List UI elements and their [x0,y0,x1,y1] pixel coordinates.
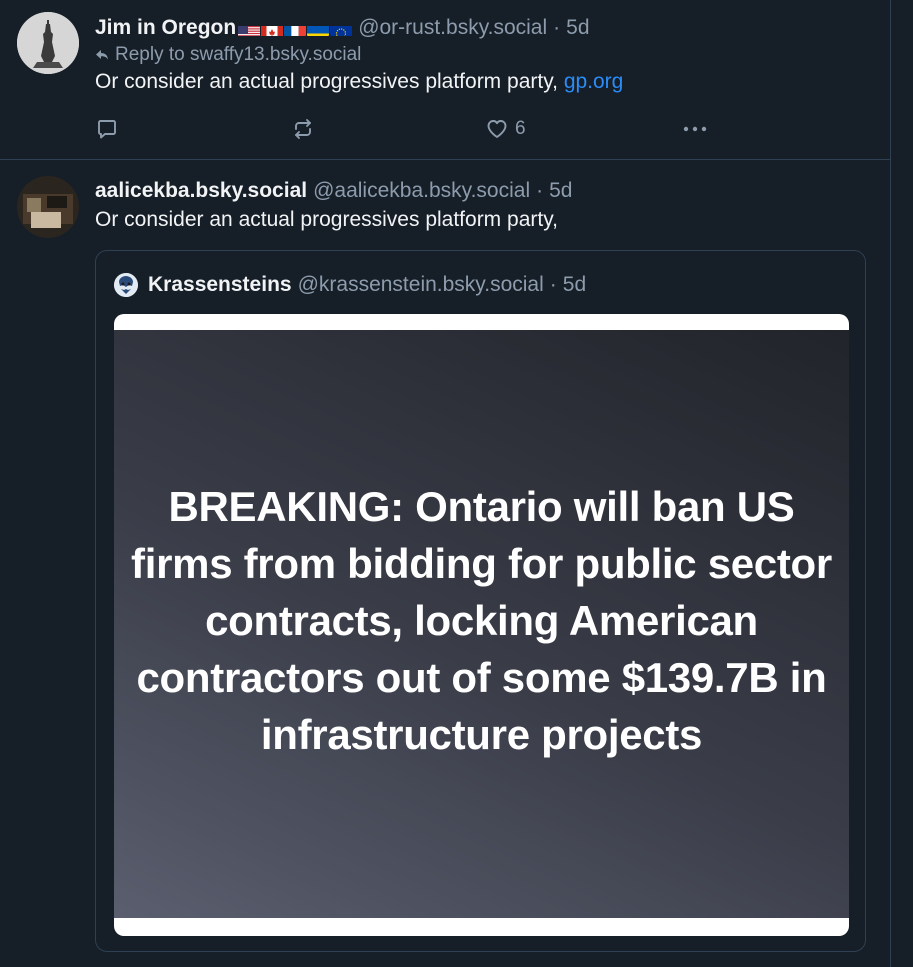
post[interactable]: aalicekba.bsky.social @aalicekba.bsky.so… [0,160,890,967]
avatar-image [114,273,138,297]
post-text-content: Or consider an actual progressives platf… [95,70,564,93]
reply-to-line[interactable]: Reply to swaffy13.bsky.social [95,43,867,67]
heart-icon [487,120,507,138]
author-name[interactable]: aalicekba.bsky.social [95,177,307,205]
separator-dot: · [536,179,544,202]
flag-emojis [238,21,353,36]
avatar[interactable] [17,176,79,238]
image-background: BREAKING: Ontario will ban US firms from… [114,330,849,918]
post-body: aalicekba.bsky.social @aalicekba.bsky.so… [95,177,867,234]
avatar-image [17,176,79,238]
quoted-post[interactable]: Krassensteins @krassenstein.bsky.social … [95,250,866,952]
quoted-author-name[interactable]: Krassensteins [148,271,292,299]
feed: Jim in Oregon @or-rust.bsky.social · 5d … [0,0,891,967]
quoted-post-header: Krassensteins @krassenstein.bsky.social … [114,271,586,299]
post-link[interactable]: gp.org [564,70,624,93]
more-icon [683,126,707,132]
avatar-image [17,12,79,74]
post-header: aalicekba.bsky.social @aalicekba.bsky.so… [95,177,867,205]
like-count: 6 [515,118,526,139]
separator-dot: · [549,273,557,296]
reply-arrow-icon [96,50,108,60]
post-time[interactable]: 5d [549,177,572,205]
post-text: Or consider an actual progressives platf… [95,208,558,231]
ukraine-flag-icon [307,21,330,36]
post[interactable]: Jim in Oregon @or-rust.bsky.social · 5d … [0,0,890,160]
eu-flag-icon [330,21,353,36]
avatar[interactable] [17,12,79,74]
post-header: Jim in Oregon @or-rust.bsky.social · 5d [95,14,867,42]
reply-button[interactable] [95,114,119,144]
like-button[interactable]: 6 [485,114,526,144]
us-flag-icon [238,21,261,36]
post-text: Or consider an actual progressives platf… [95,68,867,96]
france-flag-icon [284,21,307,36]
reply-to-text: Reply to swaffy13.bsky.social [115,44,362,65]
more-options-button[interactable] [681,114,709,144]
author-handle[interactable]: @aalicekba.bsky.social [313,177,530,205]
separator-dot: · [553,16,561,39]
quoted-post-image[interactable]: BREAKING: Ontario will ban US firms from… [114,314,849,936]
canada-flag-icon [261,21,284,36]
repost-button[interactable] [291,114,315,144]
image-headline-text: BREAKING: Ontario will ban US firms from… [131,482,832,758]
author-handle[interactable]: @or-rust.bsky.social [358,14,547,42]
quoted-author-handle[interactable]: @krassenstein.bsky.social [298,271,544,299]
post-body: Jim in Oregon @or-rust.bsky.social · 5d … [95,14,867,96]
post-time[interactable]: 5d [566,14,589,42]
repost-icon [295,119,311,139]
author-name[interactable]: Jim in Oregon [95,14,236,42]
quoted-post-time[interactable]: 5d [563,271,586,299]
post-actions: 6 [95,114,715,144]
quoted-author-avatar[interactable] [114,273,138,297]
reply-icon [98,120,116,139]
